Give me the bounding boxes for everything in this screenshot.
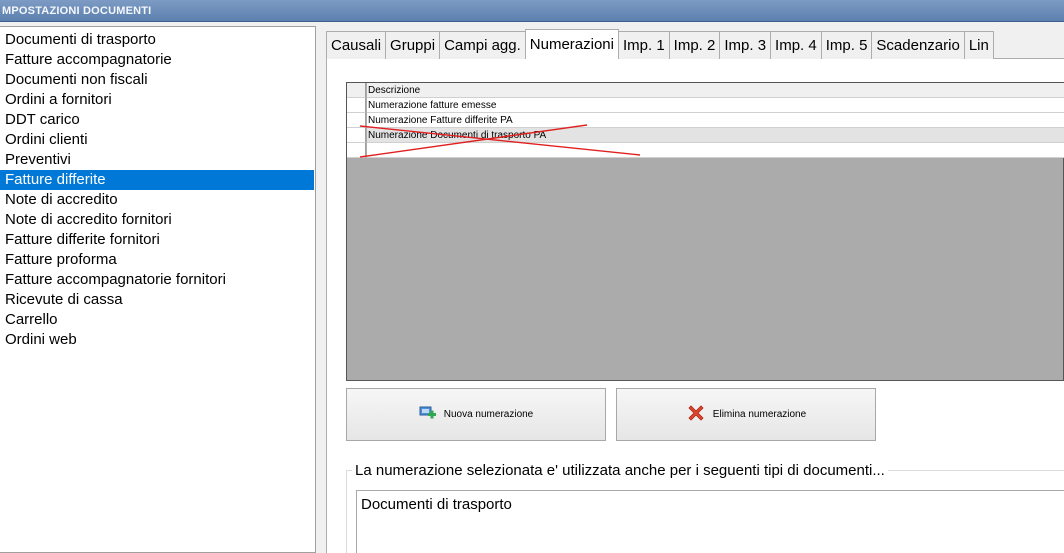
row-header[interactable] (347, 83, 366, 98)
tab-numerazioni[interactable]: Numerazioni (524, 29, 619, 59)
new-numbering-button[interactable]: Nuova numerazione (346, 388, 606, 441)
tab-gruppi[interactable]: Gruppi (385, 31, 441, 59)
document-type-list[interactable]: Documenti di trasporto Fatture accompagna… (0, 26, 316, 553)
document-type-items: Documenti di trasporto Fatture accompagna… (0, 27, 315, 350)
sidebar-item[interactable]: Fatture differite (0, 170, 314, 190)
window-title: MPOSTAZIONI DOCUMENTI (0, 0, 1064, 22)
tab-imp-4[interactable]: Imp. 4 (770, 31, 822, 59)
sidebar-item[interactable]: Ordini web (0, 330, 315, 350)
sidebar-item[interactable]: Note di accredito fornitori (0, 210, 315, 230)
tab-scadenzario[interactable]: Scadenzario (871, 31, 965, 59)
cell-descrizione[interactable]: Numerazione Fatture differite PA (367, 113, 1064, 128)
sidebar-item[interactable]: Carrello (0, 310, 315, 330)
usage-document-list[interactable]: Documenti di trasporto (356, 490, 1064, 553)
sidebar-item[interactable]: Preventivi (0, 150, 315, 170)
table-row[interactable] (347, 143, 1064, 158)
tab-imp-2[interactable]: Imp. 2 (668, 31, 721, 59)
new-numbering-label: Nuova numerazione (443, 409, 534, 420)
sidebar-item[interactable]: Documenti di trasporto (0, 30, 315, 50)
table-row[interactable]: Numerazione Fatture differite PA (347, 113, 1064, 128)
grid-header[interactable]: Descrizione (347, 83, 1064, 98)
sidebar-item[interactable]: Ricevute di cassa (0, 290, 315, 310)
row-header[interactable] (347, 128, 366, 143)
tab-imp-5[interactable]: Imp. 5 (820, 31, 873, 59)
row-header[interactable] (347, 143, 366, 158)
cell-descrizione[interactable]: Numerazione Documenti di trasporto PA (367, 128, 1064, 143)
usage-document-item: Documenti di trasporto (361, 496, 512, 513)
column-header-descrizione[interactable]: Descrizione (367, 83, 1064, 98)
tab-causali[interactable]: Causali (326, 31, 387, 59)
tab-imp-1[interactable]: Imp. 1 (617, 31, 670, 59)
sidebar-item[interactable]: Fatture accompagnatorie (0, 50, 315, 70)
sidebar-item[interactable]: Ordini clienti (0, 130, 315, 150)
table-row[interactable]: Numerazione Documenti di trasporto PA (347, 128, 1064, 143)
cell-descrizione[interactable]: Numerazione fatture emesse (367, 98, 1064, 113)
delete-x-icon (686, 403, 706, 426)
sidebar-item[interactable]: Note di accredito (0, 190, 315, 210)
table-row[interactable]: Numerazione fatture emesse (347, 98, 1064, 113)
usage-legend: La numerazione selezionata e' utilizzata… (352, 462, 888, 479)
delete-numbering-label: Elimina numerazione (712, 409, 807, 420)
tab-campi-agg[interactable]: Campi agg. (439, 31, 526, 59)
row-header[interactable] (347, 98, 366, 113)
row-header[interactable] (347, 113, 366, 128)
sidebar-item[interactable]: Fatture proforma (0, 250, 315, 270)
sidebar-item[interactable]: Ordini a fornitori (0, 90, 315, 110)
sidebar-item[interactable]: DDT carico (0, 110, 315, 130)
sidebar-item[interactable]: Documenti non fiscali (0, 70, 315, 90)
tab-strip: Causali Gruppi Campi agg. Numerazioni Imp. 1… (326, 29, 1064, 59)
sidebar-item[interactable]: Fatture accompagnatorie fornitori (0, 270, 315, 290)
add-numbering-icon (419, 405, 437, 424)
delete-numbering-button[interactable]: Elimina numerazione (616, 388, 876, 441)
tab-imp-3[interactable]: Imp. 3 (719, 31, 772, 59)
numbering-grid[interactable]: Descrizione Numerazione fatture emesse Num… (346, 82, 1064, 381)
cell-descrizione[interactable] (367, 143, 1064, 158)
sidebar-item[interactable]: Fatture differite fornitori (0, 230, 315, 250)
tab-lin[interactable]: Lin (963, 31, 994, 59)
